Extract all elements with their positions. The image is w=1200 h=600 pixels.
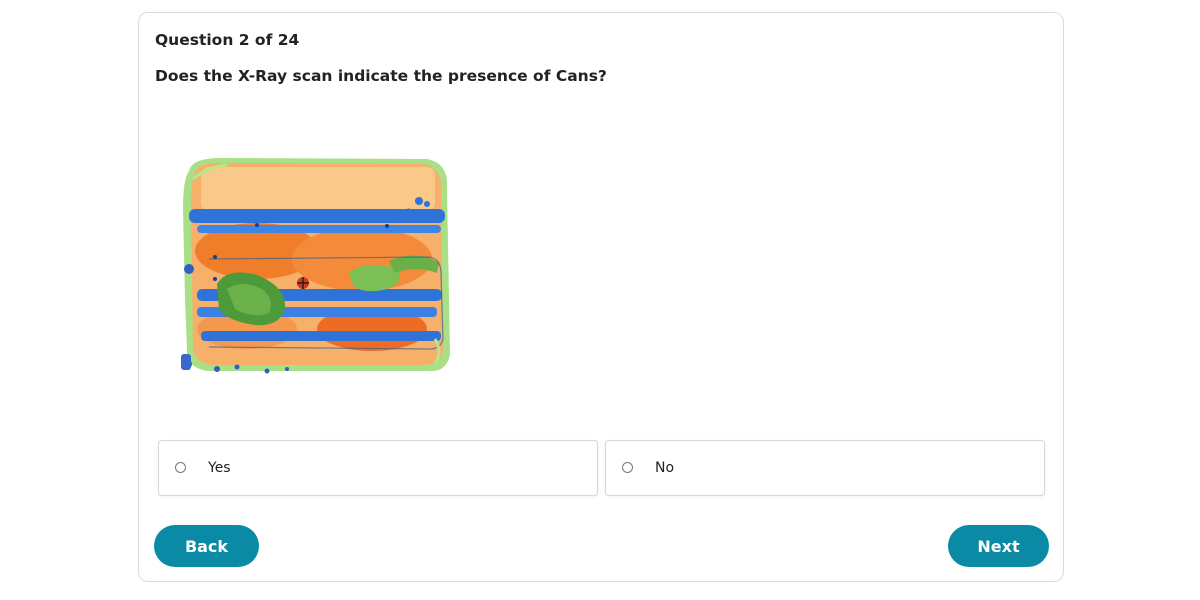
answer-label-yes: Yes <box>208 460 231 476</box>
back-button[interactable]: Back <box>154 525 259 567</box>
radio-yes[interactable] <box>175 462 186 473</box>
question-progress: Question 2 of 24 <box>155 31 300 49</box>
question-text: Does the X-Ray scan indicate the presenc… <box>155 67 607 85</box>
answer-option-yes[interactable]: Yes <box>158 440 598 496</box>
question-card: Question 2 of 24 Does the X-Ray scan ind… <box>138 12 1064 582</box>
next-button[interactable]: Next <box>948 525 1049 567</box>
answer-option-no[interactable]: No <box>605 440 1045 496</box>
radio-no[interactable] <box>622 462 633 473</box>
xray-scan-image <box>181 158 450 374</box>
answer-label-no: No <box>655 460 675 476</box>
